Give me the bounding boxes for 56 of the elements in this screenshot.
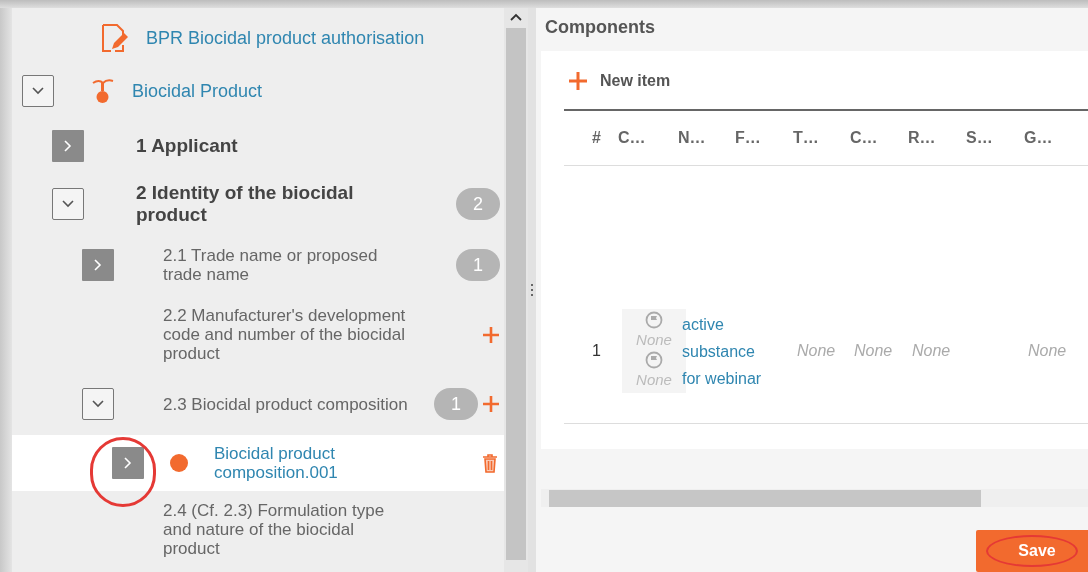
- new-item-button[interactable]: New item: [564, 69, 671, 93]
- chevron-down-icon: [92, 400, 104, 408]
- vertical-scrollbar[interactable]: [504, 8, 528, 572]
- trash-icon[interactable]: [482, 453, 498, 473]
- tree-link[interactable]: BPR Biocidal product authorisation: [146, 24, 425, 52]
- chevron-down-icon: [32, 87, 44, 95]
- section-label: 1 Applicant: [136, 135, 238, 157]
- document-edit-icon: [100, 23, 128, 53]
- flag-icon: [645, 311, 663, 329]
- column-header[interactable]: T…: [793, 126, 850, 150]
- column-header[interactable]: #: [592, 126, 618, 150]
- expand-toggle[interactable]: [112, 447, 144, 479]
- section-label: 2 Identity of the biocidal product: [136, 182, 355, 226]
- collapse-toggle[interactable]: [22, 75, 54, 107]
- highlight-ring: [90, 437, 156, 507]
- count-badge: 1: [434, 388, 478, 420]
- plus-icon: [568, 71, 588, 91]
- subsection-label: 2.3 Biocidal product composition: [163, 394, 408, 414]
- empty-value: None: [636, 330, 672, 350]
- add-icon[interactable]: [482, 395, 500, 413]
- column-header[interactable]: F…: [735, 126, 793, 150]
- empty-value: None: [636, 370, 672, 390]
- row-number: 1: [592, 341, 602, 361]
- chevron-down-icon: [62, 200, 74, 208]
- count-badge: 1: [456, 249, 500, 281]
- collapse-toggle[interactable]: [82, 388, 114, 420]
- empty-value: None: [912, 342, 951, 359]
- chevron-right-icon: [124, 457, 132, 469]
- horizontal-scrollbar[interactable]: [541, 489, 1088, 507]
- section-title: Components: [544, 16, 656, 39]
- column-header[interactable]: S…: [966, 126, 1024, 150]
- column-header[interactable]: N…: [678, 126, 735, 150]
- count-badge: 2: [456, 188, 500, 220]
- subsection-label: 2.1 Trade name or proposed trade name: [163, 246, 379, 284]
- empty-value: None: [1028, 342, 1067, 359]
- expand-toggle[interactable]: [52, 130, 84, 162]
- record-link[interactable]: Biocidal product composition.001: [214, 444, 384, 482]
- component-link[interactable]: active substance for webinar: [682, 310, 764, 392]
- tree-row[interactable]: Biocidal product composition.001: [12, 435, 504, 491]
- chevron-right-icon: [94, 259, 102, 271]
- subsection-label: 2.4 (Cf. 2.3) Formulation type and nature of the biocidal product: [163, 501, 386, 558]
- column-header[interactable]: G…: [1024, 126, 1082, 150]
- subsection-label: 2.2 Manufacturer's development code and number of the biocidal product: [163, 306, 407, 363]
- empty-value: None: [854, 342, 893, 359]
- column-header[interactable]: R…: [908, 126, 966, 150]
- expand-toggle[interactable]: [82, 249, 114, 281]
- column-header[interactable]: C…: [850, 126, 908, 150]
- save-button[interactable]: Save: [976, 530, 1088, 572]
- flag-icon: [645, 351, 663, 369]
- chevron-right-icon: [64, 140, 72, 152]
- collapse-toggle[interactable]: [52, 188, 84, 220]
- add-icon[interactable]: [482, 325, 500, 344]
- empty-value: None: [797, 342, 836, 359]
- flask-icon: [90, 77, 116, 105]
- tree-link[interactable]: Biocidal Product: [132, 77, 263, 105]
- column-header[interactable]: C…: [618, 126, 678, 150]
